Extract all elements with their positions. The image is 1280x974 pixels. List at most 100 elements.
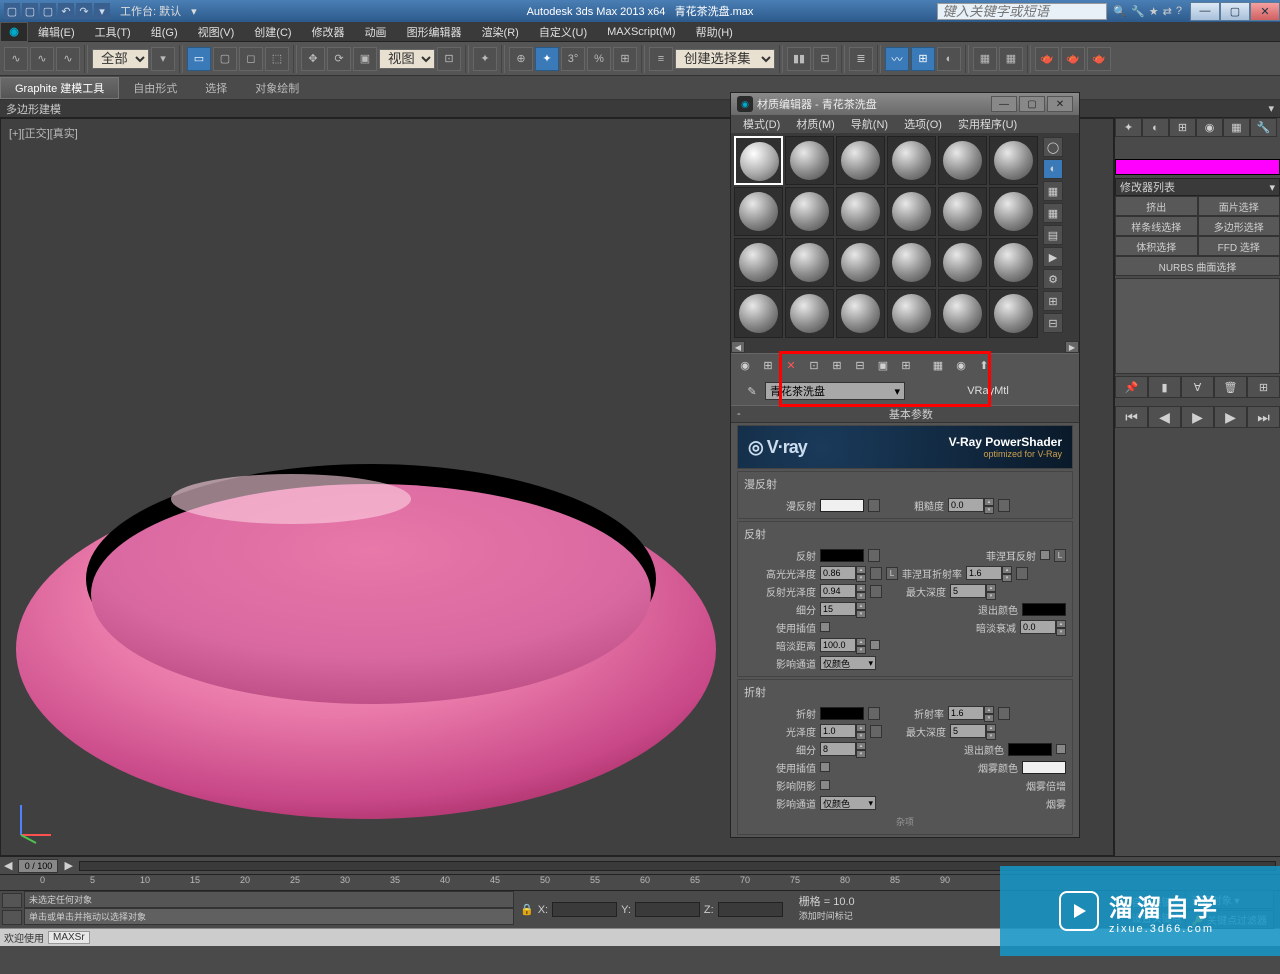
make-unique-icon[interactable]: ⊟ [850,356,870,376]
menu-customize[interactable]: 自定义(U) [529,24,597,40]
lock-icon[interactable]: 🔒 [520,903,534,916]
fresnel-lock-button[interactable]: L [1054,549,1066,562]
dim-spinner[interactable]: 100.0▴▾ [820,638,866,652]
z-input[interactable] [718,902,783,917]
material-slot[interactable] [887,238,936,287]
material-name-input[interactable]: 青花茶洗盘▾ [765,382,905,400]
config-icon[interactable]: ⊞ [1247,376,1280,398]
material-editor-titlebar[interactable]: ◉ 材质编辑器 - 青花茶洗盘 — ▢ ✕ [731,93,1079,115]
make-unique-icon[interactable]: ∀ [1181,376,1214,398]
material-slot[interactable] [734,187,783,236]
material-slot[interactable] [785,136,834,185]
rglos-spinner[interactable]: 0.94▴▾ [820,584,866,598]
material-editor-icon[interactable]: ◐ [937,47,961,71]
material-slot[interactable] [836,187,885,236]
align-icon[interactable]: ⊟ [813,47,837,71]
play-icon[interactable]: ▶ [1181,406,1214,428]
tab-paint[interactable]: 对象绘制 [241,78,313,98]
help-icon[interactable]: ? [1176,5,1182,18]
modifier-stack[interactable] [1115,278,1280,374]
material-slot[interactable] [785,289,834,338]
star-icon[interactable]: ★ [1149,5,1159,18]
maximize-button[interactable]: ▢ [1220,2,1250,21]
make-preview-icon[interactable]: ▶ [1043,247,1063,267]
scale-icon[interactable]: ▣ [353,47,377,71]
me-menu-util[interactable]: 实用程序(U) [950,116,1025,132]
unlink-icon[interactable]: ∿ [30,47,54,71]
tab-create-icon[interactable]: ✦ [1115,118,1142,137]
btn-patch-sel[interactable]: 面片选择 [1198,196,1280,216]
btn-poly-sel[interactable]: 多边形选择 [1198,216,1280,236]
tab-modify-icon[interactable]: ◐ [1142,118,1169,137]
mat-map-nav-icon[interactable]: ⊟ [1043,313,1063,333]
menu-modifiers[interactable]: 修改器 [302,24,355,40]
tab-motion-icon[interactable]: ◉ [1196,118,1223,137]
slider-right-icon[interactable]: ▶ [64,859,72,872]
qat-dropdown-icon[interactable]: ▾ [94,3,110,19]
rglos-map-button[interactable] [870,585,882,598]
render-setup-icon[interactable]: ▦ [973,47,997,71]
diffuse-swatch[interactable] [820,499,864,512]
schematic-icon[interactable]: ⊞ [911,47,935,71]
layer-icon[interactable]: ≣ [849,47,873,71]
selection-filter[interactable]: 全部 [92,49,149,69]
snap-toggle-icon[interactable]: ⊕ [509,47,533,71]
interp-checkbox[interactable] [820,622,830,632]
close-button[interactable]: ✕ [1250,2,1280,21]
move-icon[interactable]: ✥ [301,47,325,71]
save-icon[interactable]: ▢ [40,3,56,19]
roughness-spinner[interactable]: 0.0▴▾ [948,498,994,512]
me-close-button[interactable]: ✕ [1047,96,1073,112]
material-hscroll[interactable]: ◀ ▶ [731,341,1079,353]
percent-snap-icon[interactable]: % [587,47,611,71]
select-rect-icon[interactable]: ◻ [239,47,263,71]
r-exit-swatch[interactable] [1008,743,1052,756]
help-search-input[interactable] [937,3,1107,20]
ior-map-button[interactable] [998,707,1010,720]
make-copy-icon[interactable]: ⊞ [827,356,847,376]
viewport-label[interactable]: [+][正交][真实] [9,125,78,141]
rotate-icon[interactable]: ⟳ [327,47,351,71]
trackbar-btn2[interactable] [2,910,22,925]
pin-icon[interactable]: 📌 [1115,376,1148,398]
next-frame-icon[interactable]: ▶ [1214,406,1247,428]
angle-snap-icon[interactable]: 3° [561,47,585,71]
workspace-label[interactable]: 工作台: 默认 [120,3,181,19]
hilight-spinner[interactable]: 0.86▴▾ [820,566,866,580]
ribbon-expand-icon[interactable]: ▾ [1268,102,1274,115]
sample-uv-icon[interactable]: ▦ [1043,203,1063,223]
reflect-swatch[interactable] [820,549,864,562]
exchange-icon[interactable]: ⇄ [1163,5,1172,18]
r-subdiv-spinner[interactable]: 8▴▾ [820,742,866,756]
curve-editor-icon[interactable]: 〰 [885,47,909,71]
ref-coord[interactable]: 视图 [379,49,435,69]
put-to-scene-icon[interactable]: ⊞ [758,356,778,376]
minimize-button[interactable]: — [1190,2,1220,21]
teapot1-icon[interactable]: 🫖 [1035,47,1059,71]
assign-icon[interactable]: ✕ [781,356,801,376]
backlight-icon[interactable]: ◐ [1043,159,1063,179]
btn-spline-sel[interactable]: 样条线选择 [1115,216,1198,236]
reset-map-icon[interactable]: ⊡ [804,356,824,376]
me-menu-options[interactable]: 选项(O) [896,116,950,132]
fog-swatch[interactable] [1022,761,1066,774]
shadows-checkbox[interactable] [820,780,830,790]
video-check-icon[interactable]: ▤ [1043,225,1063,245]
menu-create[interactable]: 创建(C) [244,24,301,40]
tab-graphite[interactable]: Graphite 建模工具 [0,77,119,99]
goto-end-icon[interactable]: ⏭ [1247,406,1280,428]
scroll-left-icon[interactable]: ◀ [731,341,745,353]
mirror-icon[interactable]: ▮▮ [787,47,811,71]
material-slot[interactable] [887,136,936,185]
material-slot[interactable] [989,136,1038,185]
fresnel-ior-spinner[interactable]: 1.6▴▾ [966,566,1012,580]
dimfall-spinner[interactable]: 0.0▴▾ [1020,620,1066,634]
open-icon[interactable]: ▢ [22,3,38,19]
mat-id-icon[interactable]: ⊞ [896,356,916,376]
maxscript-label[interactable]: MAXSr [48,931,90,944]
material-slot[interactable] [938,238,987,287]
tab-selection[interactable]: 选择 [191,78,241,98]
r-exit-checkbox[interactable] [1056,744,1066,754]
material-slot[interactable] [989,238,1038,287]
material-slot[interactable] [836,238,885,287]
